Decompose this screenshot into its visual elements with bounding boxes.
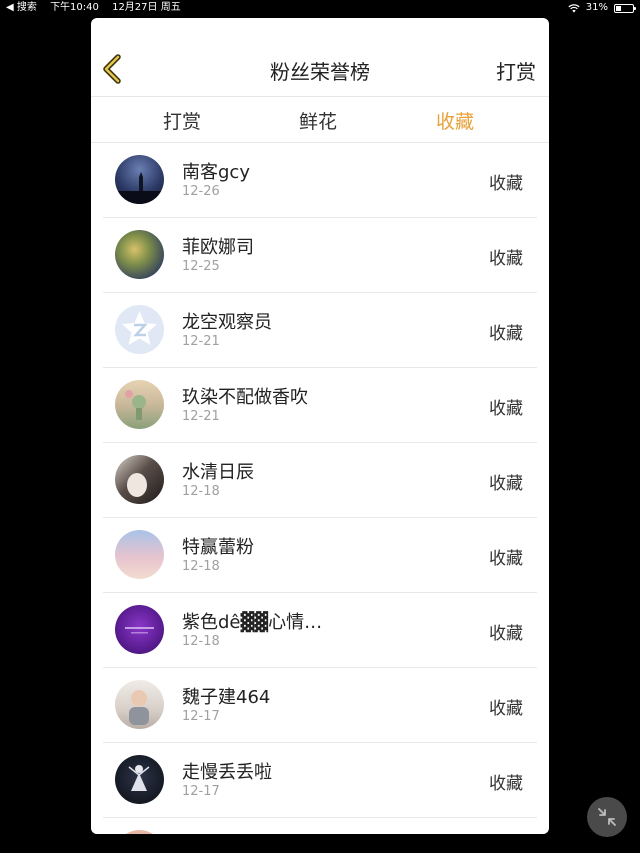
avatar bbox=[115, 380, 164, 429]
list-item[interactable]: 龙空观察员 12-21 收藏 bbox=[103, 293, 537, 368]
fan-name: 水清日辰 bbox=[182, 462, 254, 483]
battery-level bbox=[616, 5, 621, 11]
collect-label: 收藏 bbox=[489, 474, 523, 494]
fan-name: 龙空观察员 bbox=[182, 312, 272, 333]
avatar bbox=[115, 455, 164, 504]
list-item[interactable]: 特赢蕾粉 12-18 收藏 bbox=[103, 518, 537, 593]
fan-date: 12-21 bbox=[182, 409, 220, 424]
wifi-icon bbox=[568, 3, 580, 12]
fan-date: 12-18 bbox=[182, 634, 220, 649]
fan-name: 玖染不配做香吹 bbox=[182, 387, 308, 408]
collapse-floating-button[interactable] bbox=[587, 797, 627, 837]
fan-date: 12-18 bbox=[182, 484, 220, 499]
battery-percent: 31% bbox=[585, 2, 608, 13]
collect-label: 收藏 bbox=[489, 324, 523, 344]
status-bar: ◀ 搜索 下午10:40 12月27日 周五 31% bbox=[0, 0, 640, 16]
list-item[interactable] bbox=[103, 818, 537, 834]
fan-date: 12-25 bbox=[182, 259, 220, 274]
avatar bbox=[115, 305, 164, 354]
fan-date: 12-17 bbox=[182, 709, 220, 724]
tab-reward[interactable]: 打赏 bbox=[163, 107, 201, 134]
back-to-app-link[interactable]: ◀ 搜索 bbox=[6, 2, 37, 13]
avatar bbox=[115, 155, 164, 204]
list-item[interactable]: 紫色dê▓▓心情… 12-18 收藏 bbox=[103, 593, 537, 668]
collect-label: 收藏 bbox=[489, 774, 523, 794]
collect-label: 收藏 bbox=[489, 249, 523, 269]
collapse-arrows-icon bbox=[598, 808, 616, 826]
collect-label: 收藏 bbox=[489, 549, 523, 569]
collect-label: 收藏 bbox=[489, 699, 523, 719]
avatar bbox=[115, 605, 164, 654]
fan-list: 南客gcy 12-26 收藏 菲欧娜司 12-25 收藏 龙空观察员 12-21… bbox=[91, 143, 549, 834]
panel-header: 粉丝荣誉榜 打赏 bbox=[91, 18, 549, 97]
collect-label: 收藏 bbox=[489, 174, 523, 194]
avatar bbox=[115, 230, 164, 279]
page-title: 粉丝荣誉榜 bbox=[270, 60, 370, 84]
avatar bbox=[115, 680, 164, 729]
fan-name: 走慢丢丢啦 bbox=[182, 762, 272, 783]
fan-date: 12-21 bbox=[182, 334, 220, 349]
fan-name: 特赢蕾粉 bbox=[182, 537, 254, 558]
list-item[interactable]: 魏子建464 12-17 收藏 bbox=[103, 668, 537, 743]
fan-date: 12-17 bbox=[182, 784, 220, 799]
collect-label: 收藏 bbox=[489, 399, 523, 419]
reward-button[interactable]: 打赏 bbox=[496, 56, 536, 85]
tab-bar: 打赏 鲜花 收藏 bbox=[91, 97, 549, 143]
tab-flowers[interactable]: 鲜花 bbox=[299, 107, 337, 134]
avatar bbox=[115, 755, 164, 804]
battery-icon bbox=[614, 3, 636, 13]
list-item[interactable]: 菲欧娜司 12-25 收藏 bbox=[103, 218, 537, 293]
list-item[interactable]: 南客gcy 12-26 收藏 bbox=[103, 143, 537, 218]
fan-name: 菲欧娜司 bbox=[182, 237, 254, 258]
status-time: 下午10:40 bbox=[50, 2, 99, 13]
fan-name: 紫色dê▓▓心情… bbox=[182, 612, 323, 633]
status-date: 12月27日 周五 bbox=[112, 2, 181, 13]
collect-label: 收藏 bbox=[489, 624, 523, 644]
fan-honor-panel: 粉丝荣誉榜 打赏 打赏 鲜花 收藏 南客gcy 12-26 收藏 菲欧娜司 12… bbox=[91, 18, 549, 834]
fan-name: 南客gcy bbox=[182, 162, 250, 183]
fan-date: 12-18 bbox=[182, 559, 220, 574]
list-item[interactable]: 走慢丢丢啦 12-17 收藏 bbox=[103, 743, 537, 818]
avatar bbox=[115, 830, 164, 834]
list-item[interactable]: 玖染不配做香吹 12-21 收藏 bbox=[103, 368, 537, 443]
fan-name: 魏子建464 bbox=[182, 687, 271, 708]
tab-collect[interactable]: 收藏 bbox=[436, 107, 474, 134]
list-item[interactable]: 水清日辰 12-18 收藏 bbox=[103, 443, 537, 518]
fan-date: 12-26 bbox=[182, 184, 220, 199]
avatar bbox=[115, 530, 164, 579]
